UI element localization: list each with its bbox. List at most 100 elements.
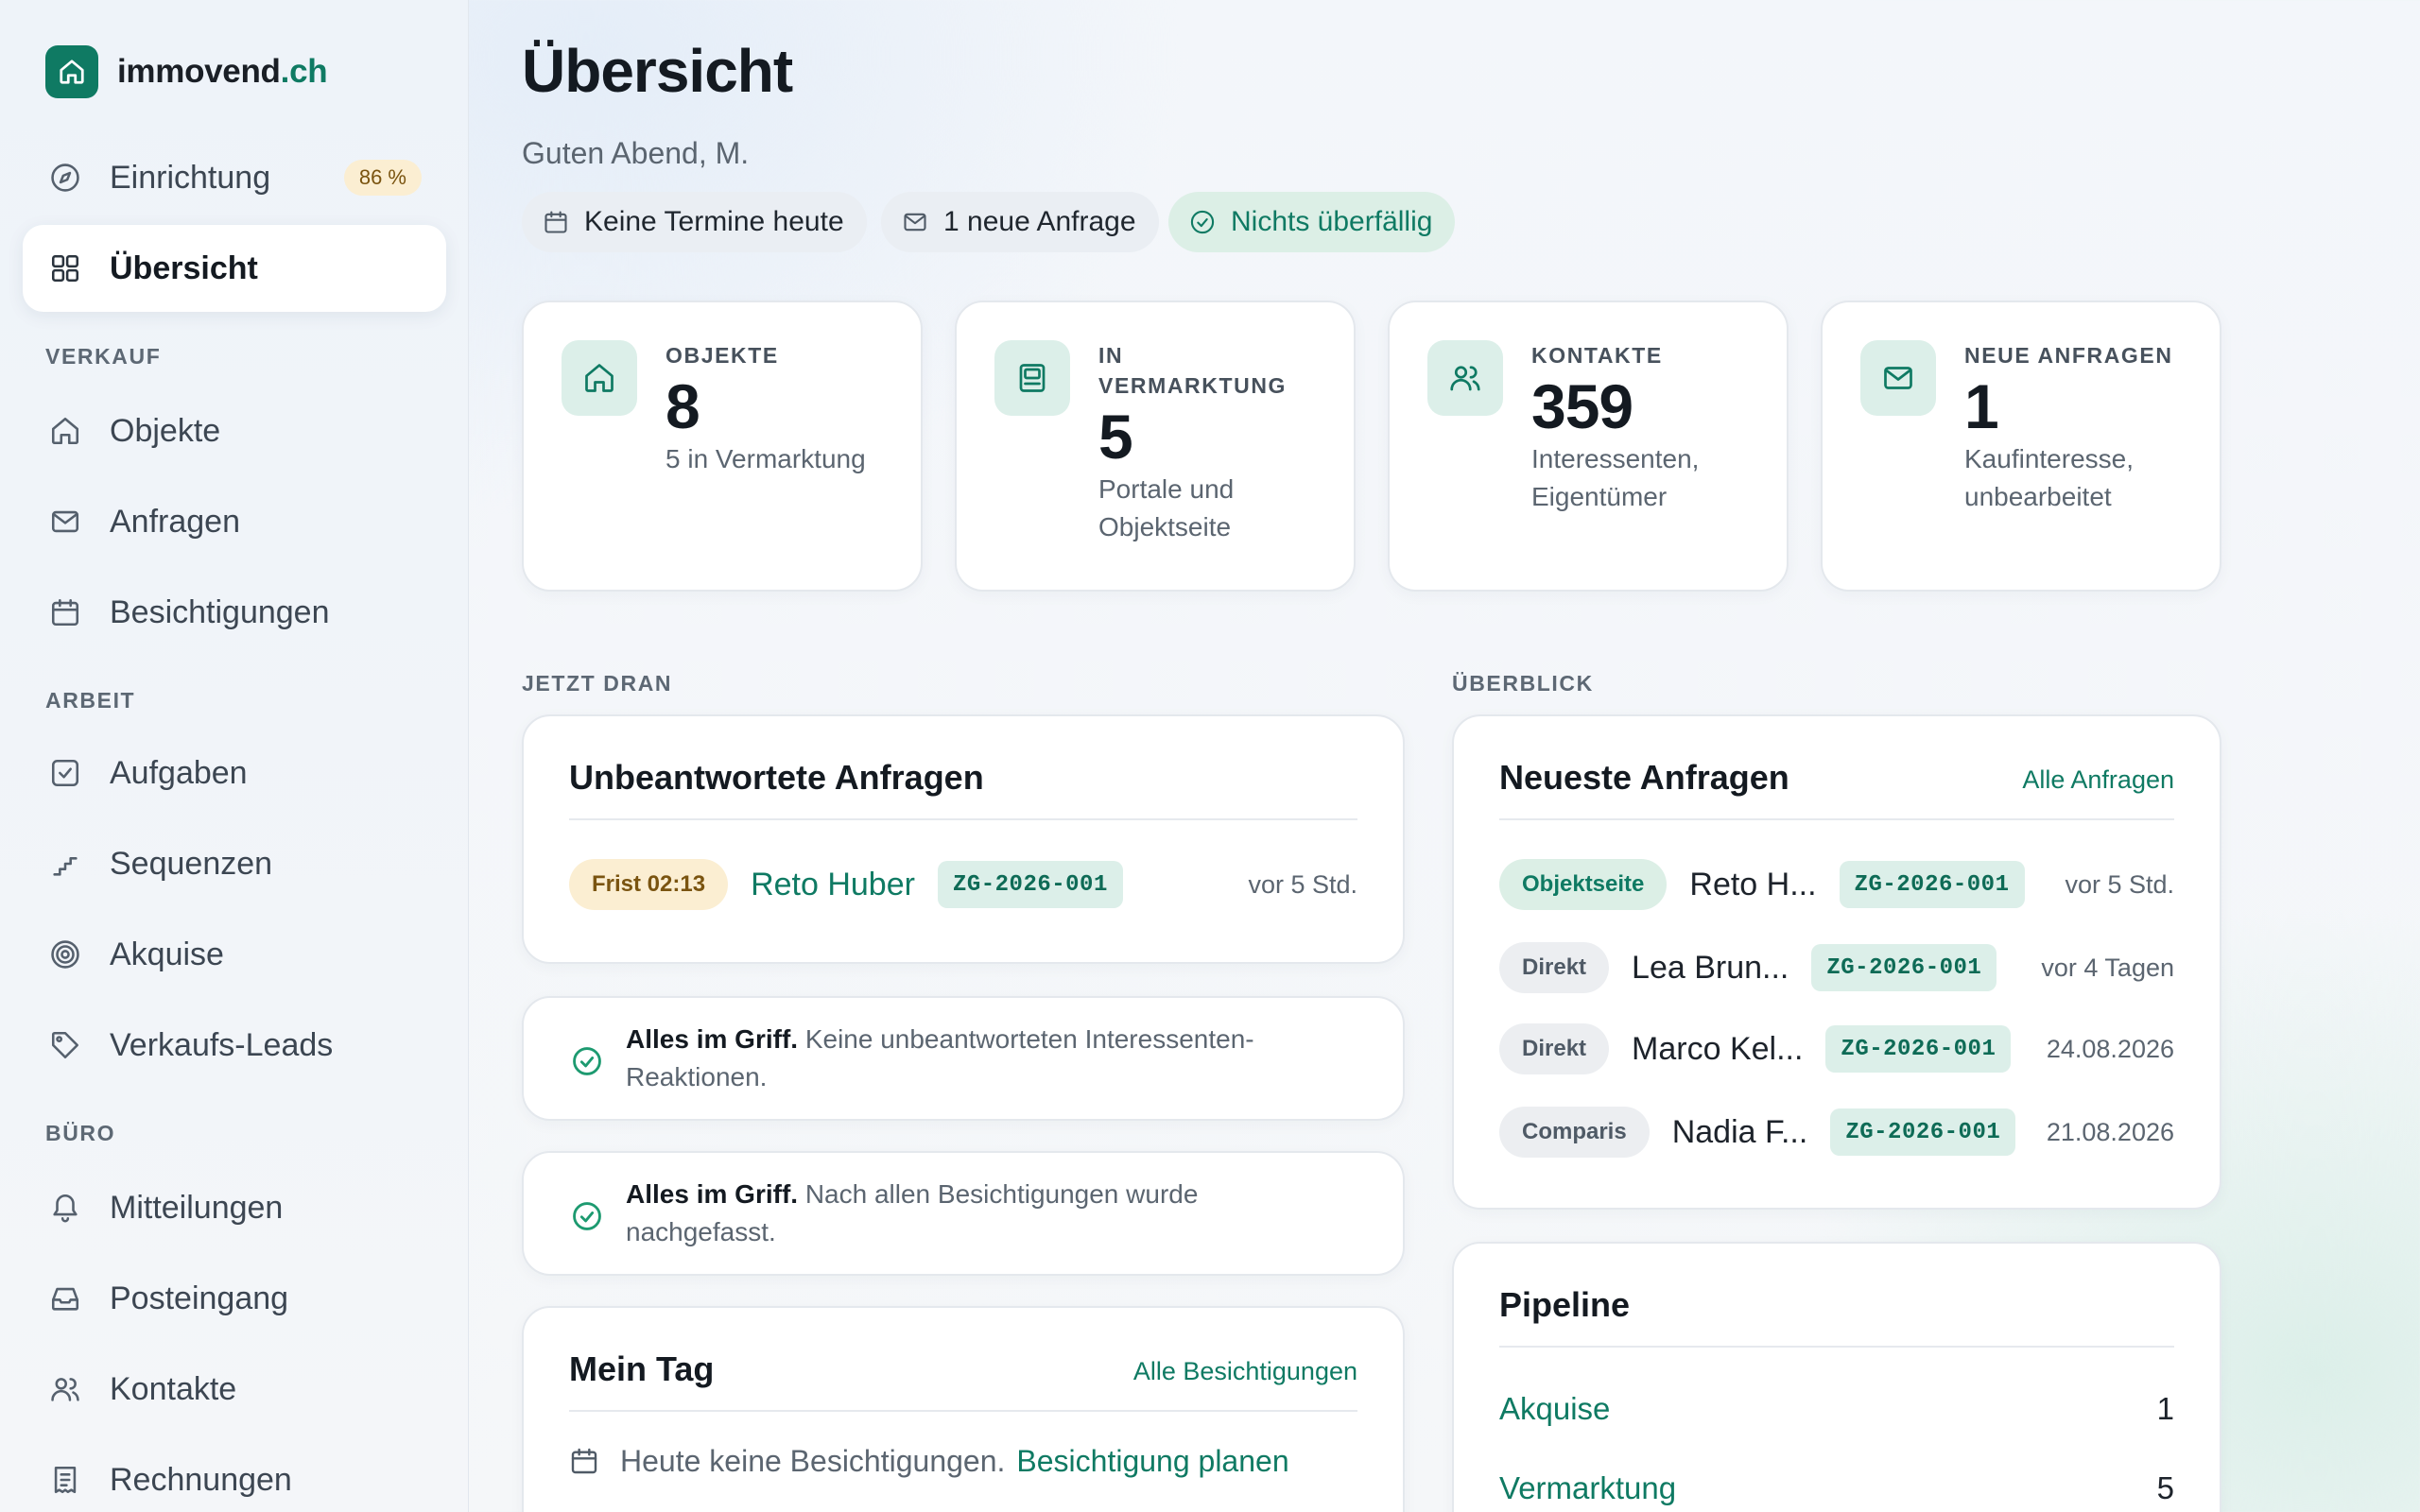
stat-subtitle: 5 in Vermarktung (666, 444, 866, 473)
sidebar-item-anfragen[interactable]: Anfragen (23, 478, 446, 565)
sidebar-item-mitteilungen[interactable]: Mitteilungen (23, 1164, 446, 1251)
stat-card-neue-anfragen[interactable]: NEUE ANFRAGEN 1 Kaufinteresse, unbearbei… (1821, 301, 2221, 592)
divider (569, 1410, 1357, 1412)
brand-name: immovend.ch (117, 53, 328, 90)
contact-name-link[interactable]: Reto Huber (751, 867, 915, 903)
sidebar-item-rechnungen[interactable]: Rechnungen (23, 1436, 446, 1512)
check-circle-icon (571, 1200, 603, 1237)
sidebar-item-einrichtung[interactable]: Einrichtung 86 % (23, 134, 446, 221)
source-chip: Direkt (1499, 1023, 1610, 1074)
pill-label: 1 neue Anfrage (943, 206, 1136, 237)
sidebar-item-objekte[interactable]: Objekte (23, 387, 446, 474)
relative-time: vor 5 Std. (1248, 869, 1357, 899)
card-title: Unbeantwortete Anfragen (569, 758, 984, 797)
sidebar-item-sequenzen[interactable]: Sequenzen (23, 820, 446, 907)
target-icon (47, 936, 83, 972)
plan-viewing-link[interactable]: Besichtigung planen (1016, 1444, 1288, 1479)
sidebar-item-label: Besichtigungen (110, 593, 330, 630)
status-note-text: Alles im Griff. Keine unbeantworteten In… (626, 1024, 1254, 1091)
unanswered-inquiries-card: Unbeantwortete Anfragen Frist 02:13 Reto… (522, 714, 1405, 964)
sidebar-item-label: Kontakte (110, 1370, 237, 1407)
pipeline-count: 5 (2156, 1470, 2174, 1505)
sidebar-item-akquise[interactable]: Akquise (23, 911, 446, 998)
pipeline-row[interactable]: Akquise 1 (1499, 1391, 2174, 1427)
inquiry-row[interactable]: Comparis Nadia F... ZG-2026-001 21.08.20… (1499, 1104, 2174, 1160)
mail-icon (902, 209, 928, 235)
sidebar-item-label: Posteingang (110, 1280, 289, 1316)
greeting: Guten Abend, M. (522, 136, 750, 170)
stat-value: 359 (1531, 371, 1634, 441)
status-note-card: Alles im Griff. Keine unbeantworteten In… (522, 996, 1405, 1121)
source-chip: Comparis (1499, 1107, 1650, 1158)
calendar-icon (47, 594, 83, 630)
stat-card-in-vermarktung[interactable]: IN VERMARKTUNG 5 Portale und Objektseite (955, 301, 1356, 592)
appointments-pill[interactable]: Keine Termine heute (522, 192, 867, 252)
relative-time: vor 4 Tagen (2041, 953, 2174, 982)
stat-card-objekte[interactable]: OBJEKTE 8 5 in Vermarktung (522, 301, 923, 592)
mail-icon (1860, 340, 1936, 416)
house-logo-icon (45, 45, 98, 98)
pipeline-stage-link[interactable]: Akquise (1499, 1391, 1610, 1427)
my-day-empty-row: Heute keine Besichtigungen. Besichtigung… (569, 1433, 1357, 1489)
sidebar-item-besichtigungen[interactable]: Besichtigungen (23, 569, 446, 656)
section-label-ueberblick: ÜBERBLICK (1452, 671, 1594, 696)
divider (1499, 818, 2174, 820)
unanswered-inquiry-row[interactable]: Frist 02:13 Reto Huber ZG-2026-001 vor 5… (569, 856, 1357, 913)
inquiry-row[interactable]: Objektseite Reto H... ZG-2026-001 vor 5 … (1499, 856, 2174, 913)
stat-card-kontakte[interactable]: KONTAKTE 359 Interessenten, Eigentümer (1388, 301, 1789, 592)
stat-subtitle: Interessenten, Eigentümer (1531, 444, 1700, 511)
house-icon (47, 413, 83, 449)
receipt-icon (47, 1462, 83, 1498)
sidebar-item-verkaufs-leads[interactable]: Verkaufs-Leads (23, 1002, 446, 1089)
inquiry-row[interactable]: Direkt Marco Kel... ZG-2026-001 24.08.20… (1499, 1021, 2174, 1077)
relative-time: 21.08.2026 (2046, 1117, 2174, 1146)
all-inquiries-link[interactable]: Alle Anfragen (2022, 765, 2174, 795)
pill-label: Keine Termine heute (584, 206, 844, 237)
my-day-empty-text: Heute keine Besichtigungen. (620, 1443, 1006, 1478)
sidebar-item-kontakte[interactable]: Kontakte (23, 1346, 446, 1433)
inquiry-row[interactable]: Direkt Lea Brun... ZG-2026-001 vor 4 Tag… (1499, 939, 2174, 996)
property-ref-tag: ZG-2026-001 (1825, 1025, 2012, 1073)
sidebar-item-uebersicht[interactable]: Übersicht (23, 225, 446, 312)
pipeline-count: 1 (2156, 1391, 2174, 1426)
divider (569, 818, 1357, 820)
all-viewings-link[interactable]: Alle Besichtigungen (1133, 1357, 1357, 1386)
card-title: Neueste Anfragen (1499, 758, 1789, 797)
source-chip: Direkt (1499, 942, 1610, 993)
compass-icon (47, 160, 83, 196)
property-ref-tag: ZG-2026-001 (1811, 944, 1997, 991)
sidebar-item-label: Rechnungen (110, 1461, 292, 1498)
sidebar-item-posteingang[interactable]: Posteingang (23, 1255, 446, 1342)
sidebar-item-label: Mitteilungen (110, 1189, 284, 1226)
stat-subtitle: Kaufinteresse, unbearbeitet (1964, 444, 2134, 511)
sidebar-section-buero: BÜRO (45, 1121, 116, 1145)
sidebar-item-aufgaben[interactable]: Aufgaben (23, 730, 446, 816)
contact-name: Lea Brun... (1632, 949, 1789, 986)
check-circle-icon (1189, 209, 1216, 235)
latest-inquiries-card: Neueste Anfragen Alle Anfragen Objektsei… (1452, 714, 2221, 1210)
sidebar: immovend.ch Einrichtung 86 % Übersicht V… (0, 0, 469, 1512)
steps-icon (47, 846, 83, 882)
sidebar-item-label: Sequenzen (110, 845, 273, 882)
pipeline-stage-link[interactable]: Vermarktung (1499, 1470, 1676, 1506)
overdue-pill[interactable]: Nichts überfällig (1168, 192, 1456, 252)
users-icon (47, 1371, 83, 1407)
page-title: Übersicht (522, 37, 793, 105)
status-note-text: Alles im Griff. Nach allen Besichtigunge… (626, 1179, 1199, 1246)
brand[interactable]: immovend.ch (45, 45, 328, 98)
sidebar-item-label: Einrichtung (110, 159, 271, 196)
calendar-icon (569, 1446, 599, 1476)
sidebar-item-label: Objekte (110, 412, 221, 449)
new-inquiries-pill[interactable]: 1 neue Anfrage (881, 192, 1159, 252)
checkbox-icon (47, 755, 83, 791)
sidebar-item-label: Aufgaben (110, 754, 248, 791)
property-ref-tag: ZG-2026-001 (1830, 1108, 2016, 1156)
my-day-card: Mein Tag Alle Besichtigungen Heute keine… (522, 1306, 1405, 1512)
listing-icon (994, 340, 1070, 416)
setup-progress-badge: 86 % (343, 160, 422, 196)
sidebar-section-arbeit: ARBEIT (45, 688, 136, 713)
relative-time: 24.08.2026 (2046, 1034, 2174, 1063)
users-icon (1427, 340, 1503, 416)
pipeline-row[interactable]: Vermarktung 5 (1499, 1470, 2174, 1506)
stat-value: 5 (1098, 402, 1133, 472)
